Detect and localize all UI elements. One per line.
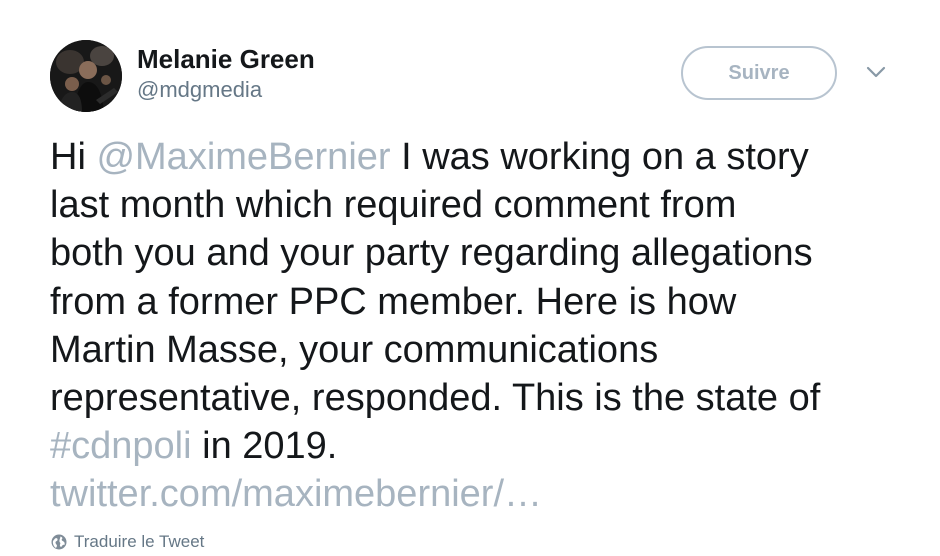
tweet-line: from a former PPC member. Here is how bbox=[50, 280, 737, 323]
tweet-text-segment: I was working on a story bbox=[390, 136, 809, 178]
tweet-header: Melanie Green @mdgmedia Suivre bbox=[50, 40, 890, 114]
tweet-menu-button[interactable] bbox=[863, 62, 889, 82]
avatar[interactable] bbox=[50, 40, 122, 112]
tweet-text-segment: Hi bbox=[50, 136, 97, 178]
tweet-line: twitter.com/maximebernier/… bbox=[50, 470, 920, 518]
translate-label: Traduire le Tweet bbox=[74, 532, 205, 551]
url-link[interactable]: twitter.com/maximebernier/… bbox=[50, 473, 542, 515]
tweet-text-segment: in 2019. bbox=[191, 425, 338, 468]
tweet-line: Martin Masse, your communications bbox=[50, 328, 659, 371]
avatar-photo-icon bbox=[50, 40, 122, 112]
author-handle[interactable]: @mdgmedia bbox=[137, 76, 315, 104]
author-names: Melanie Green @mdgmedia bbox=[137, 44, 315, 104]
tweet-line: both you and your party regarding allega… bbox=[50, 232, 813, 275]
author-display-name[interactable]: Melanie Green bbox=[137, 44, 315, 74]
mention-link[interactable]: @MaximeBernier bbox=[96, 136, 390, 178]
hashtag-link[interactable]: #cdnpoli bbox=[50, 425, 192, 467]
translate-tweet-link[interactable]: Traduire le Tweet bbox=[50, 531, 204, 553]
tweet-line: #cdnpoli in 2019. bbox=[50, 422, 920, 470]
tweet-text: Hi @MaximeBernier I was working on a sto… bbox=[50, 133, 920, 519]
tweet-line: last month which required comment from bbox=[50, 184, 737, 227]
chevron-down-icon bbox=[866, 66, 886, 78]
globe-icon bbox=[50, 533, 68, 551]
tweet-line: representative, responded. This is the s… bbox=[50, 377, 821, 420]
tweet-line: Hi @MaximeBernier I was working on a sto… bbox=[50, 133, 920, 181]
follow-button[interactable]: Suivre bbox=[681, 46, 837, 100]
